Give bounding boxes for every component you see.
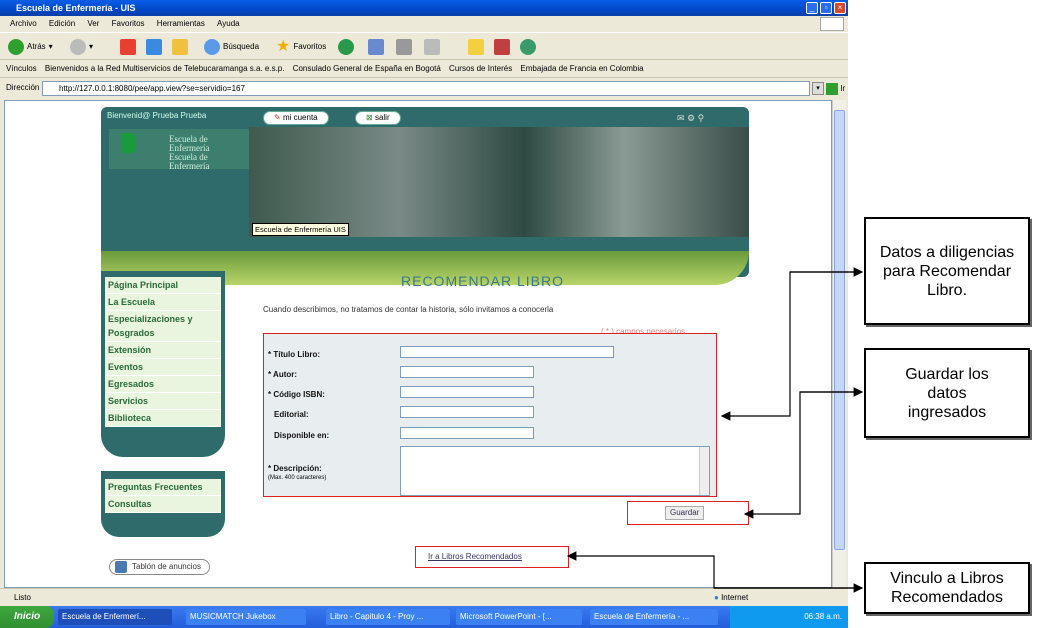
- callout-guardar: Guardar los datos ingresados: [864, 348, 1030, 438]
- arrow-datos-1: [720, 271, 862, 421]
- callout-datos: Datos a diligencias para Recomendar Libr…: [864, 217, 1030, 325]
- callout-vinculo: Vinculo a Libros Recomendados: [864, 562, 1030, 614]
- arrow-guardar-1: [743, 391, 862, 519]
- arrow-vinculo-1: [566, 551, 862, 589]
